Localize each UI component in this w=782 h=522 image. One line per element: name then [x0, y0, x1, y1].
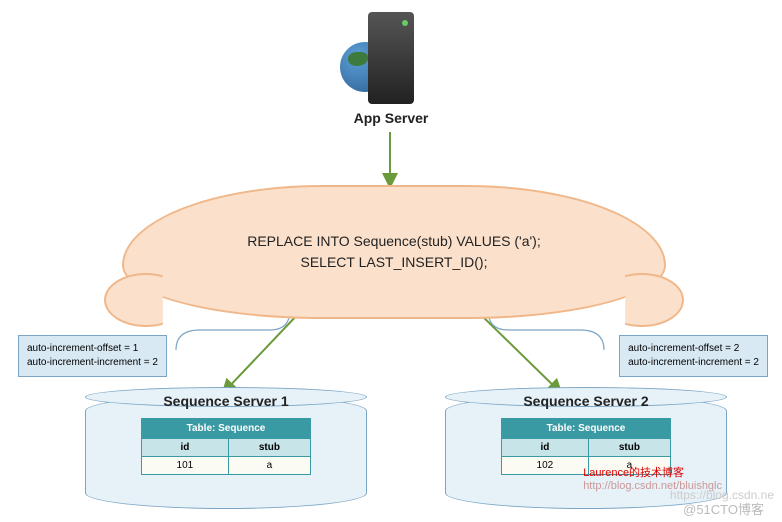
sequence-server-1: Sequence Server 1 Table: Sequence idstub… [85, 395, 367, 509]
cfg2-line2: auto-increment-increment = 2 [628, 356, 759, 370]
server2-title: Sequence Server 2 [446, 393, 726, 409]
server1-val-stub: a [228, 457, 310, 475]
server2-val-id: 102 [502, 457, 589, 475]
sql-cloud: REPLACE INTO Sequence(stub) VALUES ('a')… [122, 185, 666, 319]
server2-table-title: Table: Sequence [502, 419, 671, 439]
credit-author: Laurence的技术博客 [583, 464, 722, 480]
server-icon [368, 12, 414, 104]
config-box-2: auto-increment-offset = 2 auto-increment… [619, 335, 768, 377]
cfg1-line1: auto-increment-offset = 1 [27, 342, 158, 356]
app-server-label: App Server [326, 110, 456, 126]
cfg2-line1: auto-increment-offset = 2 [628, 342, 759, 356]
watermark: @51CTO博客 [683, 499, 764, 518]
config-box-1: auto-increment-offset = 1 auto-increment… [18, 335, 167, 377]
server2-col-stub: stub [588, 439, 670, 457]
server2-col-id: id [502, 439, 589, 457]
server1-table-title: Table: Sequence [142, 419, 311, 439]
server1-table: Table: Sequence idstub 101a [141, 418, 311, 475]
server-tower-icon [368, 12, 414, 104]
server1-col-stub: stub [228, 439, 310, 457]
server1-title: Sequence Server 1 [86, 393, 366, 409]
app-server: App Server [326, 12, 456, 126]
sql-line-1: REPLACE INTO Sequence(stub) VALUES ('a')… [247, 231, 541, 252]
server1-val-id: 101 [142, 457, 229, 475]
server1-col-id: id [142, 439, 229, 457]
sql-line-2: SELECT LAST_INSERT_ID(); [247, 252, 541, 273]
cfg1-line2: auto-increment-increment = 2 [27, 356, 158, 370]
